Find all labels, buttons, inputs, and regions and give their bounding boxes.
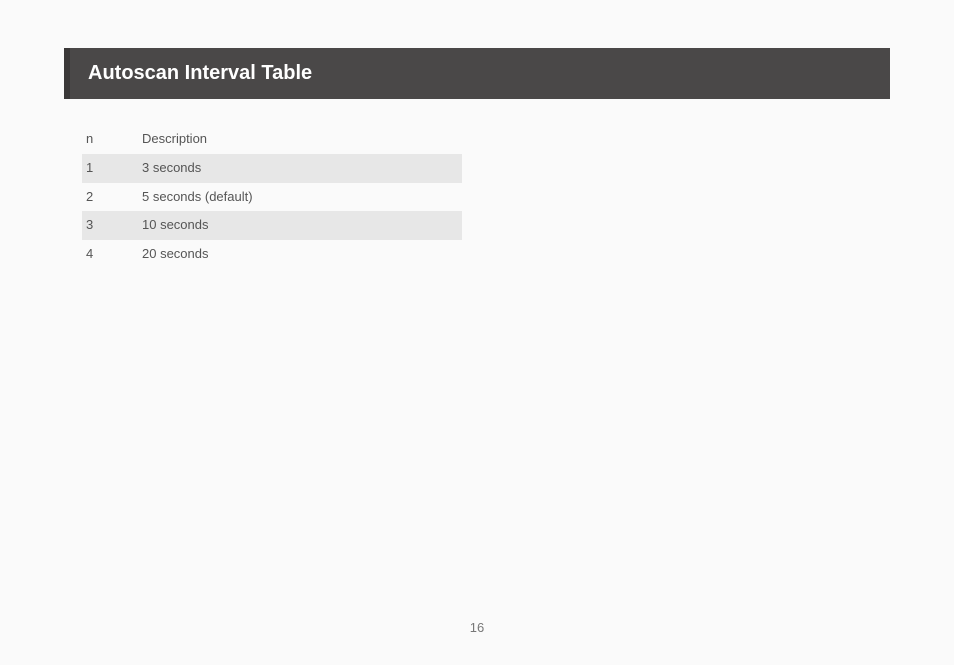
cell-description: 10 seconds (142, 215, 454, 236)
cell-n: 1 (86, 158, 142, 179)
cell-description: 20 seconds (142, 244, 454, 265)
cell-n: 4 (86, 244, 142, 265)
table-row: 1 3 seconds (82, 154, 462, 183)
cell-description: 3 seconds (142, 158, 454, 179)
header-n: n (86, 129, 142, 150)
cell-n: 2 (86, 187, 142, 208)
section-header: Autoscan Interval Table (64, 48, 890, 99)
table-row: 4 20 seconds (82, 240, 462, 269)
table-row: 2 5 seconds (default) (82, 183, 462, 212)
table-header-row: n Description (82, 125, 462, 154)
page-content: Autoscan Interval Table n Description 1 … (0, 0, 954, 269)
header-description: Description (142, 129, 454, 150)
table-row: 3 10 seconds (82, 211, 462, 240)
section-title: Autoscan Interval Table (88, 62, 872, 85)
cell-n: 3 (86, 215, 142, 236)
cell-description: 5 seconds (default) (142, 187, 454, 208)
interval-table: n Description 1 3 seconds 2 5 seconds (d… (82, 125, 462, 269)
table-body: n Description 1 3 seconds 2 5 seconds (d… (82, 125, 462, 269)
page-number: 16 (0, 620, 954, 635)
